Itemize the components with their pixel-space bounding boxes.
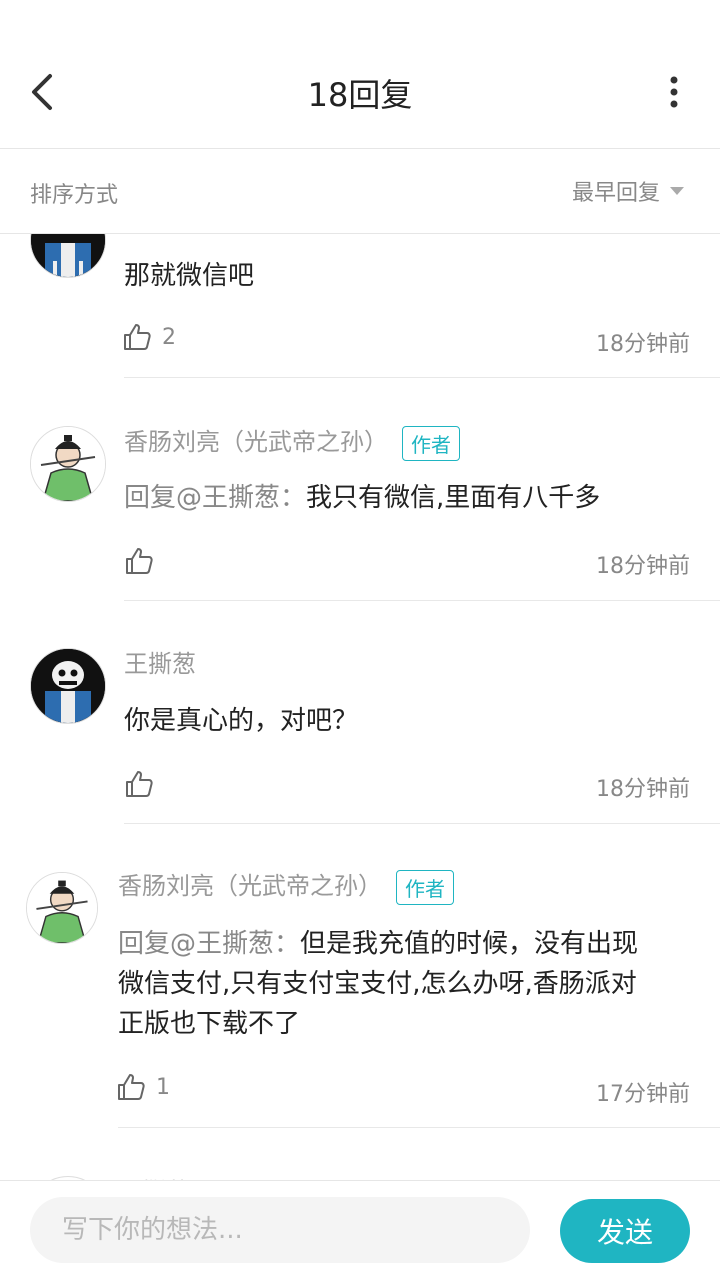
sort-bar: 排序方式 最早回复 (0, 149, 720, 234)
comment-text: 那就微信吧 (124, 261, 255, 291)
warrior-avatar-icon (27, 873, 97, 943)
page-title: 18回复 (307, 76, 413, 114)
like-button[interactable]: 2 (122, 322, 176, 352)
comment-time: 18分钟前 (596, 777, 690, 802)
like-button[interactable]: 1 (116, 1072, 170, 1102)
comment-input[interactable] (30, 1197, 530, 1263)
avatar[interactable] (30, 426, 106, 502)
divider (124, 823, 720, 824)
like-button[interactable] (124, 769, 164, 799)
comment-text: 回复@王撕葱：我只有微信,里面有八千多 (124, 483, 601, 513)
more-options-button[interactable] (662, 72, 686, 112)
comment-line: 正版也下载不了 (118, 1009, 301, 1039)
comment-list: 那就微信吧 2 18分钟前 香肠刘亮（光武帝之孙） 作者 回复@王撕葱：我只有微… (0, 234, 720, 1180)
comment-line: 回复@王撕葱：但是我充值的时候，没有出现 (118, 929, 639, 959)
commenter-name[interactable]: 王撕葱 (118, 1172, 190, 1180)
divider (124, 377, 720, 378)
comment-input-bar: 发送 (0, 1180, 720, 1281)
like-count: 2 (162, 324, 176, 350)
commenter-name[interactable]: 王撕葱 (124, 644, 196, 679)
reply-mention[interactable]: 回复@王撕葱： (124, 483, 306, 513)
more-vertical-icon (670, 76, 678, 108)
caret-down-icon (670, 187, 684, 195)
warrior-avatar-icon (31, 427, 105, 501)
like-button[interactable] (124, 546, 164, 576)
skeleton-avatar-icon (31, 234, 105, 277)
comment-text: 回复@王撕葱：但是我充值的时候，没有出现 微信支付,只有支付宝支付,怎么办呀,香… (118, 924, 698, 1044)
sort-label: 排序方式 (30, 183, 119, 208)
commenter-name[interactable]: 香肠刘亮（光武帝之孙） 作者 (118, 866, 454, 905)
comment-time: 18分钟前 (596, 554, 690, 579)
sort-selected-value: 最早回复 (571, 181, 660, 206)
avatar[interactable] (26, 872, 98, 944)
thumbs-up-icon (126, 548, 153, 574)
top-bar: 18回复 (0, 0, 720, 149)
comment-time: 17分钟前 (596, 1082, 690, 1107)
thumbs-up-icon (126, 771, 153, 797)
like-count: 1 (156, 1074, 170, 1100)
divider (124, 600, 720, 601)
send-button[interactable]: 发送 (560, 1199, 690, 1263)
thumbs-up-icon (118, 1074, 145, 1100)
author-badge: 作者 (402, 425, 460, 461)
avatar[interactable] (30, 648, 106, 724)
author-badge: 作者 (396, 869, 454, 905)
divider (118, 1127, 720, 1128)
avatar[interactable] (30, 234, 106, 278)
commenter-name[interactable]: 香肠刘亮（光武帝之孙） 作者 (124, 422, 460, 461)
comment-text: 你是真心的，对吧？ (124, 706, 359, 736)
sort-dropdown[interactable]: 最早回复 (572, 175, 686, 207)
comment-time: 18分钟前 (596, 332, 690, 357)
thumbs-up-icon (124, 324, 151, 350)
comment-line: 微信支付,只有支付宝支付,怎么办呀,香肠派对 (118, 969, 637, 999)
reply-mention[interactable]: 回复@王撕葱： (118, 929, 300, 959)
skeleton-avatar-icon (31, 649, 105, 723)
